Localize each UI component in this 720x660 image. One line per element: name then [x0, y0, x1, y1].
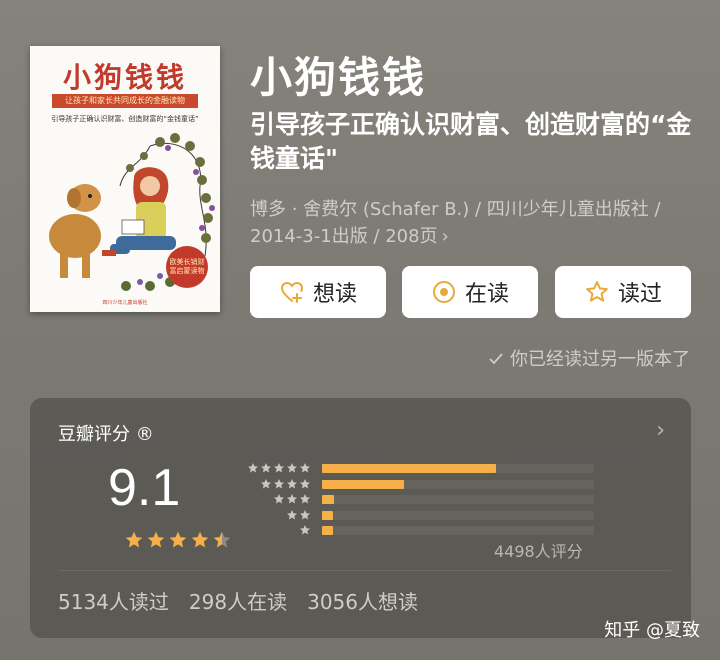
rating-bar-fill — [322, 479, 404, 489]
star-icon — [300, 509, 310, 520]
book-subtitle: 引导孩子正确认识财富、创造财富的“金钱童话" — [250, 110, 692, 173]
star-icon — [287, 494, 297, 504]
cover-publisher: 四川少年儿童出版社 — [102, 300, 148, 306]
rating-bar-fill — [322, 510, 333, 520]
bar-star-label — [260, 478, 311, 490]
star-icon — [287, 478, 297, 489]
read-count[interactable]: 5134人读过 — [58, 586, 169, 615]
read-another-edition-note: 你已经读过另一版本了 — [488, 345, 690, 371]
rating-bar-row — [246, 508, 596, 524]
star-icon — [261, 478, 271, 489]
rating-bar-track — [322, 464, 594, 473]
chevron-right-icon: › — [656, 418, 665, 443]
heart-plus-icon — [280, 281, 303, 303]
rating-bar-fill — [322, 495, 335, 505]
reading-label: 在读 — [464, 282, 509, 307]
divider — [58, 570, 671, 571]
star-icon — [287, 463, 297, 473]
star-icon — [191, 531, 209, 548]
note-text: 你已经读过另一版本了 — [510, 349, 690, 370]
book-meta-link[interactable]: 博多 · 舍费尔 (Schafer B.) / 四川少年儿童出版社 / 2014… — [250, 196, 690, 250]
rating-stars — [124, 530, 232, 550]
reading-count[interactable]: 298人在读 — [189, 586, 287, 615]
star-icon — [300, 478, 310, 489]
rating-bar-fill — [322, 464, 497, 473]
bar-star-label — [286, 509, 311, 521]
star-icon — [248, 463, 258, 473]
chevron-right-icon: › — [441, 226, 449, 247]
reading-target-icon — [432, 281, 455, 303]
rating-bar-row — [246, 477, 596, 493]
want-count[interactable]: 3056人想读 — [307, 586, 418, 615]
star-icon — [213, 531, 231, 548]
cover-title: 小狗钱钱 — [62, 61, 187, 94]
rating-bar-row — [246, 523, 596, 539]
cover-banner: 让孩子和家长共同成长的金融读物 — [52, 94, 198, 108]
star-icon — [300, 525, 310, 535]
rating-bar-row — [246, 492, 596, 508]
star-outline-icon — [586, 281, 608, 302]
reader-stats: 5134人读过 298人在读 3056人想读 — [58, 586, 418, 615]
rating-bar-fill — [322, 526, 333, 536]
star-icon — [261, 463, 271, 473]
rating-bar-track — [322, 495, 594, 505]
star-icon — [169, 531, 187, 548]
rating-bar-track — [322, 479, 594, 489]
bar-star-label — [247, 462, 311, 474]
check-icon — [489, 353, 503, 365]
book-meta: 博多 · 舍费尔 (Schafer B.) / 四川少年儿童出版社 / 2014… — [250, 199, 661, 247]
zhihu-watermark: 知乎 @夏致 — [604, 620, 700, 641]
star-icon — [274, 494, 284, 504]
want-to-read-label: 想读 — [312, 282, 357, 307]
rating-bar-track — [322, 526, 594, 536]
cover-subtitle: 引导孩子正确认识财富、创造财富的“金钱童话” — [51, 115, 199, 123]
have-read-label: 读过 — [617, 282, 662, 307]
bar-star-label — [299, 524, 311, 536]
star-icon — [274, 478, 284, 489]
rating-bar-row — [246, 461, 596, 477]
star-icon — [147, 531, 165, 548]
rating-count: 4498人评分 — [494, 542, 583, 561]
rating-score: 9.1 — [108, 459, 181, 517]
bar-star-label — [273, 493, 311, 505]
star-icon — [125, 531, 143, 548]
rating-title: 豆瓣评分 ® — [58, 424, 154, 445]
star-icon — [300, 463, 310, 473]
book-title: 小狗钱钱 — [250, 53, 427, 102]
book-cover[interactable]: 小狗钱钱 让孩子和家长共同成长的金融读物 引导孩子正确认识财富、创造财富的“金钱… — [30, 46, 220, 312]
cover-stamp: 欧美长销财富启蒙读物 — [166, 246, 208, 288]
star-icon — [300, 494, 310, 504]
want-to-read-button[interactable]: 想读 — [250, 266, 386, 318]
have-read-button[interactable]: 读过 — [555, 266, 691, 318]
rating-distribution — [246, 461, 596, 539]
star-icon — [274, 463, 284, 473]
rating-bar-track — [322, 510, 594, 520]
star-icon — [287, 509, 297, 520]
reading-button[interactable]: 在读 — [402, 266, 538, 318]
